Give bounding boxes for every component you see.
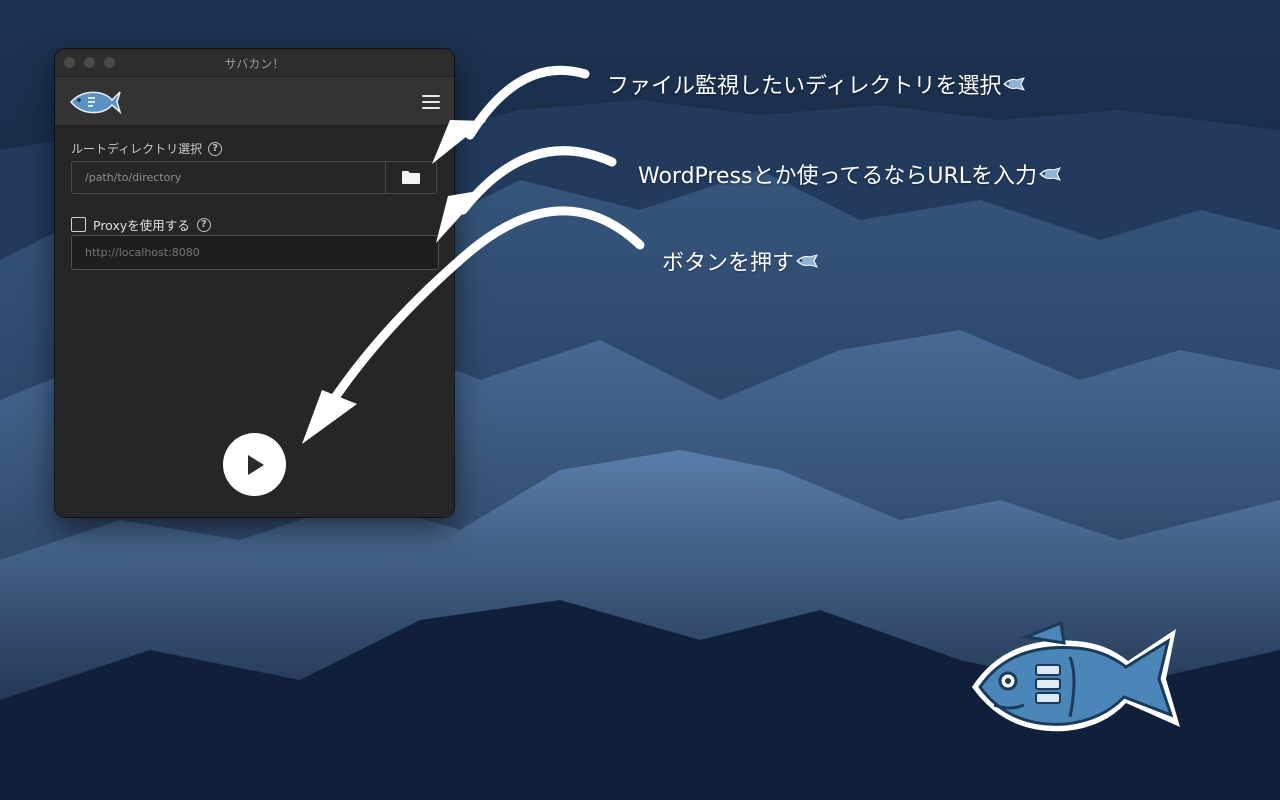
proxy-url-input[interactable] xyxy=(71,235,439,270)
small-fish-icon xyxy=(796,254,818,268)
directory-label-text: ルートディレクトリ選択 xyxy=(71,142,203,156)
directory-input-group xyxy=(71,161,437,194)
proxy-help-icon[interactable]: ? xyxy=(196,217,211,232)
directory-field-label: ルートディレクトリ選択 ? xyxy=(71,140,223,157)
directory-help-icon[interactable]: ? xyxy=(208,141,223,156)
start-play-button[interactable] xyxy=(223,433,286,496)
folder-browse-button[interactable] xyxy=(385,162,436,193)
small-fish-icon xyxy=(1039,167,1061,181)
small-fish-icon xyxy=(1003,77,1026,91)
play-icon xyxy=(247,454,264,475)
app-header xyxy=(55,77,454,126)
proxy-checkbox[interactable] xyxy=(71,217,86,232)
annotation-select-directory: ファイル監視したいディレクトリを選択 xyxy=(607,68,1026,100)
annotation-press-button: ボタンを押す xyxy=(662,245,818,277)
proxy-option-row: Proxyを使用する ? xyxy=(71,215,211,234)
folder-icon xyxy=(402,171,420,184)
mascot-fish-icon xyxy=(972,620,1180,732)
directory-input[interactable] xyxy=(72,162,387,193)
window-titlebar[interactable]: サバカン！ xyxy=(55,49,454,77)
annotation-text: ファイル監視したいディレクトリを選択 xyxy=(607,74,1002,99)
proxy-checkbox-label[interactable]: Proxyを使用する xyxy=(93,215,190,234)
fish-logo-icon xyxy=(70,91,122,115)
annotation-enter-url: WordPressとか使ってるならURLを入力 xyxy=(638,158,1061,190)
annotation-text: WordPressとか使ってるならURLを入力 xyxy=(638,164,1037,189)
app-window: サバカン！ ルートディレクトリ選択 ? Proxyを使用する ? xyxy=(55,49,454,517)
window-title: サバカン！ xyxy=(224,57,285,71)
hamburger-menu-icon[interactable] xyxy=(422,95,440,109)
annotation-text: ボタンを押す xyxy=(662,251,795,276)
